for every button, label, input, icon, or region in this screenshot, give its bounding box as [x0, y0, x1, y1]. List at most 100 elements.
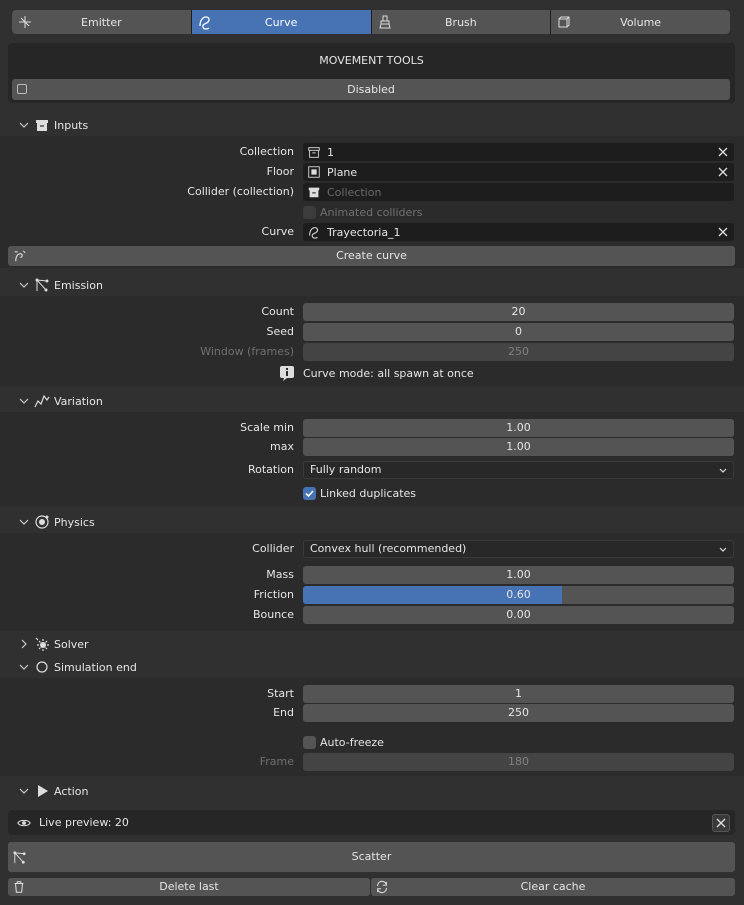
chevron-down-icon	[19, 664, 29, 670]
start-value: 1	[515, 687, 522, 700]
tab-emitter-label: Emitter	[81, 15, 122, 29]
play-icon	[38, 785, 48, 797]
checkbox-icon	[17, 84, 27, 94]
simulation-end-header-label: Simulation end	[54, 660, 137, 674]
emission-panel-header[interactable]: Emission	[0, 274, 744, 296]
frame-field: 180	[303, 753, 734, 771]
solver-icon	[35, 637, 49, 651]
collection-field[interactable]: 1	[303, 143, 734, 161]
frame-value: 180	[508, 755, 529, 768]
solver-header-label: Solver	[54, 637, 89, 651]
scatter-label: Scatter	[351, 850, 392, 863]
close-preview-button[interactable]	[712, 814, 730, 832]
emission-icon	[13, 851, 26, 864]
clear-cache-button[interactable]: Clear cache	[371, 878, 735, 896]
emitter-icon	[19, 16, 31, 28]
physics-icon	[35, 515, 49, 529]
inputs-panel-header[interactable]: Inputs	[0, 114, 744, 136]
create-curve-label: Create curve	[336, 249, 407, 262]
scale-max-value: 1.00	[506, 440, 531, 453]
close-icon	[716, 818, 726, 828]
floor-field[interactable]: Plane	[303, 163, 734, 181]
refresh-icon	[377, 880, 387, 894]
action-header-label: Action	[54, 784, 89, 798]
animated-colliders-label: Animated colliders	[320, 205, 423, 219]
mass-value: 1.00	[506, 568, 531, 581]
movement-toggle-button[interactable]: Disabled	[12, 79, 730, 100]
curve-mode-info: Curve mode: all spawn at once	[279, 365, 474, 381]
tab-curve-label: Curve	[264, 15, 298, 29]
collection-value: 1	[327, 145, 334, 159]
collider-collection-field[interactable]: Collection	[303, 183, 734, 201]
variation-panel-header[interactable]: Variation	[0, 390, 744, 412]
solver-panel-header[interactable]: Solver	[0, 633, 744, 655]
variation-header-label: Variation	[54, 394, 103, 408]
clear-icon[interactable]	[717, 226, 729, 238]
seed-value: 0	[515, 325, 522, 338]
rotation-label: Rotation	[247, 463, 294, 476]
friction-slider[interactable]: 0.60	[303, 586, 734, 604]
physics-collider-dropdown[interactable]: Convex hull (recommended)	[303, 540, 734, 558]
curve-label: Curve	[261, 225, 294, 238]
bounce-label: Bounce	[252, 608, 294, 621]
checkbox-box	[303, 486, 316, 500]
live-preview-row: Live preview: 20	[8, 810, 735, 835]
circle-icon	[36, 661, 48, 673]
scatter-button[interactable]: Scatter	[8, 842, 735, 872]
create-curve-button[interactable]: Create curve	[8, 246, 735, 266]
friction-label: Friction	[253, 588, 294, 601]
count-field[interactable]: 20	[303, 303, 734, 321]
curve-draw-icon	[14, 250, 26, 262]
tab-volume[interactable]: Volume	[551, 10, 730, 34]
end-label: End	[273, 706, 294, 719]
chevron-down-icon	[719, 468, 727, 473]
mass-label: Mass	[266, 568, 294, 581]
window-frames-value: 250	[508, 345, 529, 358]
delete-last-button[interactable]: Delete last	[8, 878, 370, 896]
variation-icon	[34, 394, 50, 408]
auto-freeze-checkbox[interactable]: Auto-freeze	[303, 734, 384, 750]
chevron-down-icon	[19, 398, 29, 404]
linked-duplicates-checkbox[interactable]: Linked duplicates	[303, 485, 416, 501]
count-label: Count	[261, 305, 294, 318]
movement-toggle-label: Disabled	[347, 83, 395, 96]
seed-field[interactable]: 0	[303, 323, 734, 341]
chevron-down-icon	[19, 282, 29, 288]
clear-icon[interactable]	[717, 146, 729, 158]
physics-collider-label: Collider	[252, 542, 294, 555]
scale-min-field[interactable]: 1.00	[303, 419, 734, 437]
end-field[interactable]: 250	[303, 704, 734, 722]
bounce-field[interactable]: 0.00	[303, 606, 734, 624]
start-field[interactable]: 1	[303, 685, 734, 703]
count-value: 20	[511, 305, 526, 318]
mass-field[interactable]: 1.00	[303, 566, 734, 584]
physics-header-label: Physics	[54, 515, 95, 529]
object-icon	[308, 166, 320, 178]
checkbox-box	[303, 205, 316, 219]
trash-icon	[14, 881, 24, 893]
curve-icon	[199, 16, 210, 30]
scale-max-field[interactable]: 1.00	[303, 438, 734, 456]
start-label: Start	[267, 687, 294, 700]
eye-icon[interactable]	[17, 816, 31, 830]
checkmark-icon	[305, 489, 314, 497]
tab-emitter[interactable]: Emitter	[12, 10, 191, 34]
floor-value: Plane	[327, 165, 358, 179]
tab-curve[interactable]: Curve	[191, 10, 371, 34]
tab-brush[interactable]: Brush	[371, 10, 551, 34]
curve-field[interactable]: Trayectoria_1	[303, 223, 734, 241]
action-panel-header[interactable]: Action	[0, 780, 744, 802]
collection-icon	[308, 187, 320, 198]
friction-value: 0.60	[506, 588, 531, 601]
curve-icon	[309, 227, 319, 239]
frame-label: Frame	[259, 755, 294, 768]
physics-collider-value: Convex hull (recommended)	[310, 542, 467, 555]
simulation-end-panel-header[interactable]: Simulation end	[0, 656, 744, 678]
end-value: 250	[508, 706, 529, 719]
animated-colliders-checkbox[interactable]: Animated colliders	[303, 204, 423, 220]
clear-icon[interactable]	[717, 166, 729, 178]
rotation-dropdown[interactable]: Fully random	[303, 461, 734, 479]
volume-icon	[558, 16, 570, 28]
checkbox-box	[303, 735, 316, 749]
physics-panel-header[interactable]: Physics	[0, 511, 744, 533]
